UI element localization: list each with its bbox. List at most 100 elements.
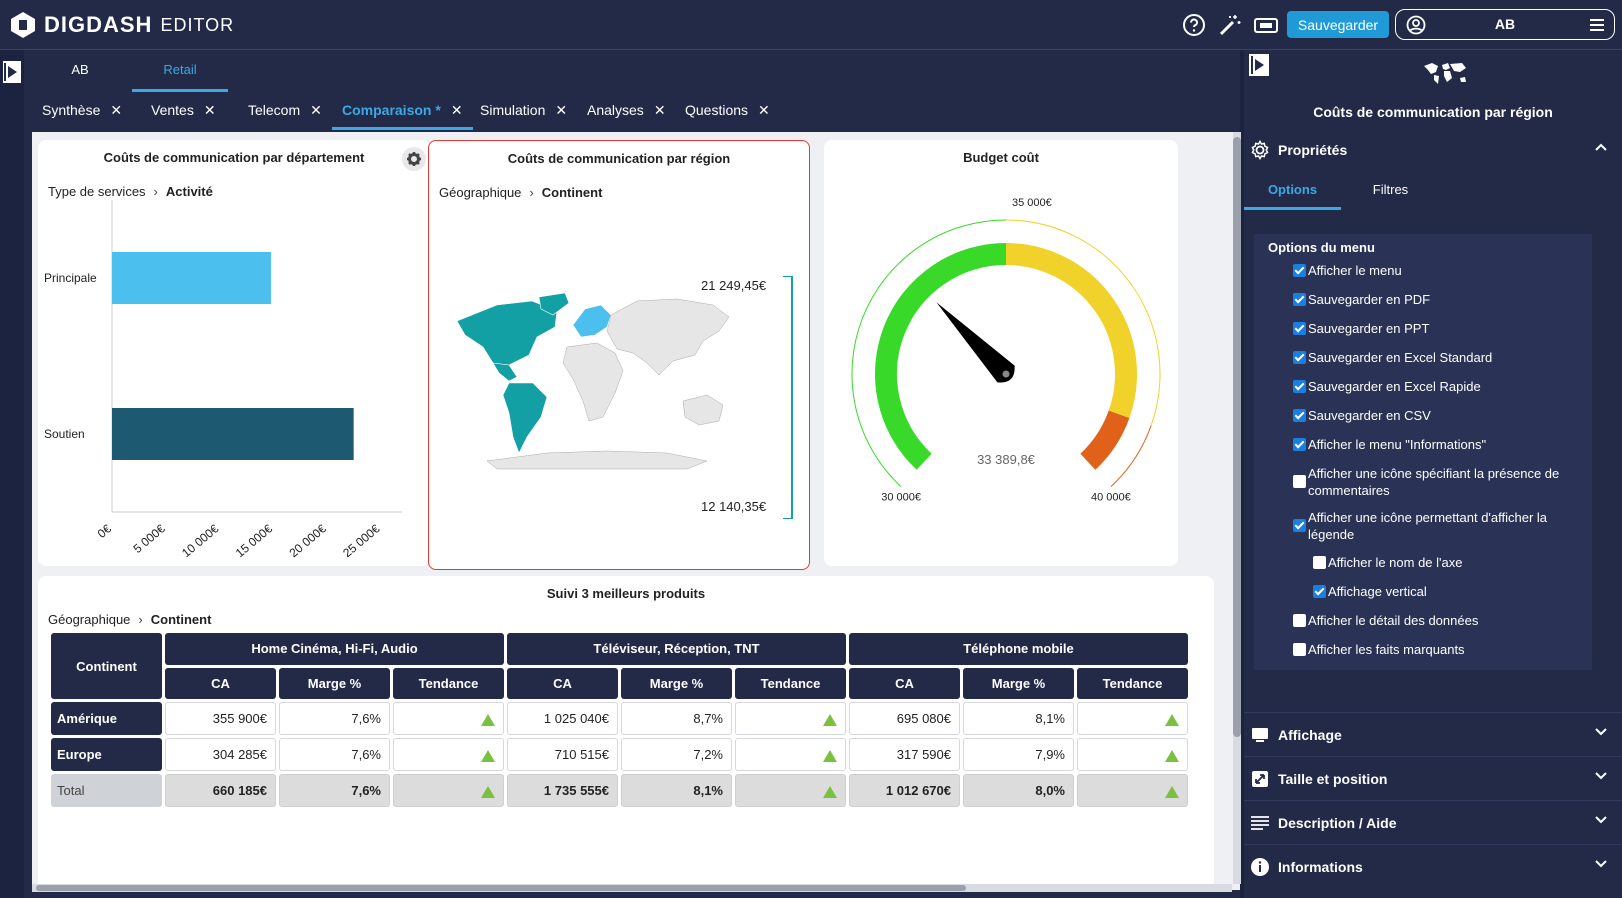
col-header-marge[interactable]: Marge % bbox=[279, 667, 390, 699]
region-map-card[interactable]: Coûts de communication par région Géogra… bbox=[428, 140, 810, 570]
trend-cell[interactable] bbox=[1077, 738, 1188, 771]
table-cell[interactable]: 355 900€ bbox=[165, 702, 276, 735]
data-source-icon[interactable] bbox=[1253, 13, 1279, 37]
map-region-oceania[interactable] bbox=[682, 394, 724, 426]
digdash-logo[interactable]: DIGDASH EDITOR bbox=[10, 9, 234, 41]
tab-telecom[interactable]: Telecom ✕ bbox=[248, 92, 322, 130]
close-icon[interactable]: ✕ bbox=[654, 102, 666, 118]
close-icon[interactable]: ✕ bbox=[110, 102, 122, 118]
map-region-europe[interactable] bbox=[572, 304, 612, 338]
table-cell[interactable]: 1 025 040€ bbox=[507, 702, 618, 735]
section-taille-position[interactable]: Taille et position bbox=[1244, 756, 1622, 800]
table-cell[interactable]: 660 185€ bbox=[165, 774, 276, 807]
table-cell[interactable]: 695 080€ bbox=[849, 702, 960, 735]
table-cell[interactable]: 1 735 555€ bbox=[507, 774, 618, 807]
scrollbar-thumb[interactable] bbox=[36, 885, 966, 891]
breadcrumb[interactable]: Type de services › Activité bbox=[48, 184, 213, 199]
table-cell[interactable]: 710 515€ bbox=[507, 738, 618, 771]
tab-filtres[interactable]: Filtres bbox=[1342, 174, 1439, 210]
tab-synthese[interactable]: Synthèse ✕ bbox=[42, 92, 122, 130]
bar[interactable] bbox=[112, 252, 271, 304]
col-header-marge[interactable]: Marge % bbox=[621, 667, 732, 699]
row-label[interactable]: Amérique bbox=[51, 702, 162, 735]
table-cell[interactable]: 304 285€ bbox=[165, 738, 276, 771]
vertical-scrollbar[interactable] bbox=[1233, 132, 1241, 884]
trend-cell[interactable] bbox=[1077, 774, 1188, 807]
breadcrumb[interactable]: Géographique › Continent bbox=[439, 185, 602, 200]
chevron-down-icon[interactable] bbox=[1594, 769, 1608, 783]
col-header-ca[interactable]: CA bbox=[165, 667, 276, 699]
row-label[interactable]: Europe bbox=[51, 738, 162, 771]
table-cell[interactable]: 8,1% bbox=[963, 702, 1074, 735]
user-menu[interactable]: AB bbox=[1395, 9, 1615, 40]
checkbox[interactable] bbox=[1293, 409, 1306, 422]
checkbox[interactable] bbox=[1293, 351, 1306, 364]
group-header[interactable]: Téléphone mobile bbox=[849, 633, 1188, 665]
page-tab-ab[interactable]: AB bbox=[32, 50, 128, 92]
tab-comparaison[interactable]: Comparaison * ✕ bbox=[332, 92, 473, 130]
table-cell[interactable]: 8,0% bbox=[963, 774, 1074, 807]
group-header[interactable]: Home Cinéma, Hi-Fi, Audio bbox=[165, 633, 504, 665]
table-cell[interactable]: 7,6% bbox=[279, 774, 390, 807]
section-affichage[interactable]: Affichage bbox=[1244, 712, 1622, 756]
trend-cell[interactable] bbox=[1077, 702, 1188, 735]
table-cell[interactable]: 317 590€ bbox=[849, 738, 960, 771]
trend-cell[interactable] bbox=[393, 774, 504, 807]
panel-toggle-button[interactable] bbox=[1249, 54, 1269, 76]
section-description[interactable]: Description / Aide bbox=[1244, 800, 1622, 844]
col-header-marge[interactable]: Marge % bbox=[963, 667, 1074, 699]
magic-wand-icon[interactable] bbox=[1218, 13, 1242, 37]
row-label[interactable]: Total bbox=[51, 774, 162, 807]
section-informations[interactable]: Informations bbox=[1244, 844, 1622, 888]
world-map[interactable] bbox=[437, 291, 737, 471]
breadcrumb-item[interactable]: Géographique bbox=[439, 185, 521, 200]
gauge-card[interactable]: Budget coût 33 389,8€ 30 000€ 35 000€ 40 00… bbox=[824, 140, 1178, 566]
trend-cell[interactable] bbox=[735, 774, 846, 807]
group-header[interactable]: Téléviseur, Réception, TNT bbox=[507, 633, 846, 665]
bar[interactable] bbox=[112, 408, 354, 460]
checkbox[interactable] bbox=[1293, 380, 1306, 393]
close-icon[interactable]: ✕ bbox=[451, 102, 463, 118]
close-icon[interactable]: ✕ bbox=[758, 102, 770, 118]
checkbox[interactable] bbox=[1293, 614, 1306, 627]
chevron-down-icon[interactable] bbox=[1594, 857, 1608, 871]
table-cell[interactable]: 8,1% bbox=[621, 774, 732, 807]
sidebar-toggle-button[interactable] bbox=[3, 61, 21, 83]
checkbox[interactable] bbox=[1293, 264, 1306, 277]
dept-chart-card[interactable]: Coûts de communication par département T… bbox=[38, 140, 430, 566]
tab-questions[interactable]: Questions ✕ bbox=[685, 92, 770, 130]
checkbox[interactable] bbox=[1293, 293, 1306, 306]
col-header-tendance[interactable]: Tendance bbox=[1077, 667, 1188, 699]
row-header-continent[interactable]: Continent bbox=[51, 633, 162, 699]
table-cell[interactable]: 7,6% bbox=[279, 702, 390, 735]
chevron-up-icon[interactable] bbox=[1594, 140, 1608, 154]
map-region-south-america[interactable] bbox=[502, 382, 548, 454]
trend-cell[interactable] bbox=[393, 738, 504, 771]
chevron-down-icon[interactable] bbox=[1594, 725, 1608, 739]
section-proprietes[interactable]: Propriétés bbox=[1244, 128, 1622, 172]
chevron-down-icon[interactable] bbox=[1594, 813, 1608, 827]
map-region-north-america[interactable] bbox=[456, 300, 558, 366]
table-cell[interactable]: 7,9% bbox=[963, 738, 1074, 771]
checkbox[interactable] bbox=[1293, 438, 1306, 451]
tab-options[interactable]: Options bbox=[1244, 174, 1341, 210]
table-cell[interactable]: 8,7% bbox=[621, 702, 732, 735]
checkbox[interactable] bbox=[1293, 475, 1306, 488]
checkbox[interactable] bbox=[1293, 643, 1306, 656]
horizontal-scrollbar[interactable] bbox=[32, 884, 1232, 892]
settings-gear-icon[interactable] bbox=[402, 147, 426, 171]
page-tab-retail[interactable]: Retail bbox=[132, 50, 228, 92]
close-icon[interactable]: ✕ bbox=[555, 102, 567, 118]
tab-analyses[interactable]: Analyses ✕ bbox=[587, 92, 666, 130]
map-region-asia[interactable] bbox=[606, 298, 730, 376]
table-cell[interactable]: 7,6% bbox=[279, 738, 390, 771]
checkbox[interactable] bbox=[1293, 519, 1306, 532]
breadcrumb-item[interactable]: Type de services bbox=[48, 184, 146, 199]
close-icon[interactable]: ✕ bbox=[310, 102, 322, 118]
trend-cell[interactable] bbox=[393, 702, 504, 735]
map-region-antarctica[interactable] bbox=[486, 450, 708, 470]
trend-cell[interactable] bbox=[735, 702, 846, 735]
table-cell[interactable]: 1 012 670€ bbox=[849, 774, 960, 807]
save-button[interactable]: Sauvegarder bbox=[1287, 11, 1389, 38]
breadcrumb-item[interactable]: Géographique bbox=[48, 612, 130, 627]
